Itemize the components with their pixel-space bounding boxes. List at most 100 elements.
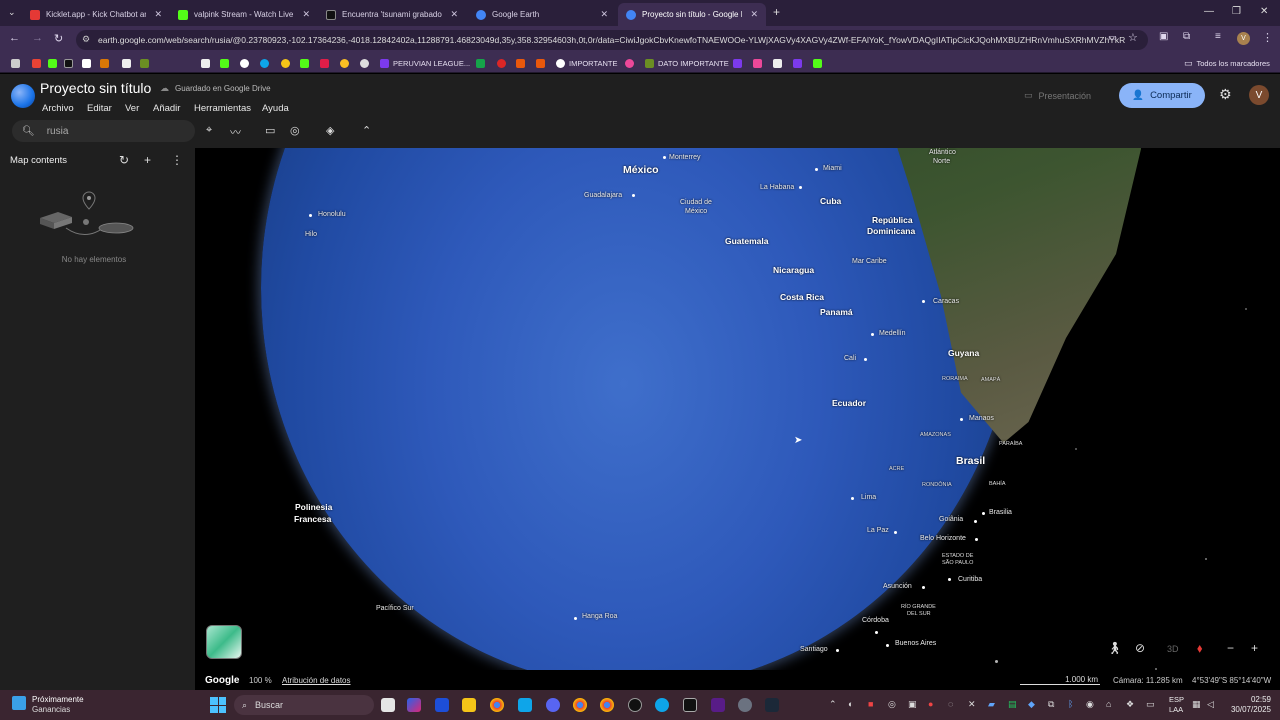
input-layout[interactable]: LAA [1169, 705, 1183, 714]
bookmark-importante[interactable]: IMPORTANTE [556, 57, 617, 69]
bookmark-icon[interactable] [733, 57, 742, 69]
close-tab-icon[interactable]: ✕ [450, 9, 458, 20]
collapse-toolbar-chevron-icon[interactable]: ⌃ [362, 124, 371, 137]
menu-anadir[interactable]: Añadir [153, 103, 180, 114]
clock-time[interactable]: 02:59 [1229, 695, 1271, 704]
bookmark-icon[interactable] [773, 57, 782, 69]
tray-app-icon[interactable]: ❖ [1126, 699, 1134, 710]
draw-path-icon[interactable]: 〰 [230, 124, 241, 140]
back-arrow-icon[interactable]: ← [9, 32, 20, 44]
account-avatar[interactable]: V [1249, 85, 1269, 105]
bookmark-icon[interactable] [140, 57, 149, 69]
browser-tab-active[interactable]: Proyecto sin título - Google Ea ✕ [618, 3, 766, 26]
obs-icon[interactable] [628, 698, 642, 712]
settings-gear-icon[interactable]: ⚙ [1219, 86, 1232, 103]
bookmark-icon[interactable] [220, 57, 229, 69]
tray-app-icon[interactable]: ▰ [988, 699, 995, 710]
menu-herramientas[interactable]: Herramientas [194, 103, 251, 114]
bookmark-icon[interactable] [32, 57, 41, 69]
window-close-icon[interactable]: ✕ [1260, 6, 1268, 17]
menu-editar[interactable]: Editar [87, 103, 112, 114]
app-icon[interactable] [518, 698, 532, 712]
volume-icon[interactable]: ◁ [1207, 699, 1214, 710]
tray-app-icon[interactable]: ◆ [1028, 699, 1035, 710]
puzzle-extensions-icon[interactable]: ⧉ [1183, 31, 1190, 42]
minimize-icon[interactable]: — [1204, 6, 1214, 17]
network-icon[interactable]: ▦ [1192, 699, 1201, 710]
profile-avatar[interactable]: V [1237, 32, 1250, 45]
map-style-thumbnail[interactable] [206, 625, 242, 659]
bookmark-icon[interactable] [122, 57, 131, 69]
tray-app-icon[interactable]: ▭ [1146, 699, 1155, 710]
bookmark-icon[interactable] [536, 57, 545, 69]
taskbar-search[interactable]: ⌕ Buscar [234, 695, 374, 715]
bookmark-dato-importante[interactable]: DATO IMPORTANTE [645, 57, 729, 69]
tray-overflow-chevron-icon[interactable]: ⌃ [829, 699, 837, 710]
chrome-icon[interactable] [490, 698, 504, 712]
browser-tab[interactable]: valpink Stream - Watch Live on ✕ [170, 3, 318, 26]
share-button[interactable]: 👤 Compartir [1119, 83, 1205, 108]
pegman-icon[interactable]: 🚶︎ [1107, 641, 1122, 655]
tab-search-icon[interactable]: ≡ [1215, 31, 1221, 42]
reload-icon[interactable]: ↻ [54, 32, 63, 45]
extension-icon[interactable]: ▣ [1159, 31, 1168, 42]
reset-tilt-icon[interactable]: ⊘ [1135, 641, 1145, 655]
usb-icon[interactable]: ⌂ [1106, 699, 1111, 709]
tray-app-icon[interactable]: ✕ [968, 699, 976, 710]
bluetooth-icon[interactable]: ᛒ [1068, 699, 1073, 709]
edge-icon[interactable] [655, 698, 669, 712]
widgets-news-icon[interactable] [12, 696, 26, 710]
app-icon[interactable] [711, 698, 725, 712]
bookmark-icon[interactable] [82, 57, 91, 69]
bookmark-icon[interactable] [281, 57, 290, 69]
menu-ayuda[interactable]: Ayuda [262, 103, 289, 114]
windows-start-icon[interactable] [210, 697, 226, 713]
tray-app-icon[interactable]: ■ [868, 699, 873, 709]
browser-tab[interactable]: Google Earth ✕ [468, 3, 616, 26]
vr-app-icon[interactable] [683, 698, 697, 712]
browser-tab[interactable]: Kicklet.app - Kick Chatbot and ✕ [22, 3, 170, 26]
cast-icon[interactable]: ▭ [1108, 32, 1117, 43]
refresh-icon[interactable]: ↻ [119, 153, 129, 167]
clock-date[interactable]: 30/07/2025 [1222, 705, 1271, 714]
zoom-out-icon[interactable]: − [1227, 641, 1234, 655]
browser-tab[interactable]: Encuentra 'tsunami grabado de ✕ [318, 3, 466, 26]
tray-app-icon[interactable]: ⧉ [1048, 699, 1054, 710]
tab-search-chevron-icon[interactable]: ⌄ [8, 7, 16, 18]
tray-app-icon[interactable]: ● [928, 699, 933, 709]
discord-icon[interactable] [546, 698, 560, 712]
bookmark-icon[interactable] [48, 57, 57, 69]
close-tab-icon[interactable]: ✕ [600, 9, 608, 20]
bookmark-star-icon[interactable]: ☆ [1128, 31, 1138, 44]
address-bar[interactable]: ⚙ earth.google.com/web/search/rusia/@0.2… [76, 30, 1148, 50]
bookmark-icon[interactable] [300, 57, 309, 69]
close-tab-icon[interactable]: ✕ [154, 9, 162, 20]
browser-menu-icon[interactable]: ⋮ [1262, 31, 1273, 44]
tray-app-icon[interactable]: ◎ [888, 699, 896, 710]
zoom-in-icon[interactable]: + [1251, 641, 1258, 655]
presentation-button[interactable]: ▭ Presentación [1014, 84, 1104, 107]
steam-tray-icon[interactable]: ◉ [1086, 699, 1094, 710]
bookmark-icon[interactable] [240, 57, 249, 69]
toggle-3d-button[interactable]: 3D [1167, 644, 1179, 654]
chrome-icon[interactable] [600, 698, 614, 712]
widget-headline[interactable]: Próximamente [32, 695, 84, 704]
site-info-icon[interactable]: ⚙ [82, 34, 90, 45]
bookmark-icon[interactable] [476, 57, 485, 69]
bookmark-icon[interactable] [753, 57, 762, 69]
all-bookmarks-folder[interactable]: ▭ Todos los marcadores [1184, 57, 1270, 69]
bookmark-icon[interactable] [201, 57, 210, 69]
bookmark-icon[interactable] [320, 57, 329, 69]
file-explorer-icon[interactable] [462, 698, 476, 712]
bookmark-icon[interactable] [100, 57, 109, 69]
close-tab-icon[interactable]: ✕ [302, 9, 310, 20]
bookmark-icon[interactable] [793, 57, 802, 69]
bookmark-icon[interactable] [340, 57, 349, 69]
bookmark-peruvian-league[interactable]: PERUVIAN LEAGUE... [380, 57, 470, 69]
measure-ruler-icon[interactable]: ▭ [265, 124, 275, 137]
tray-app-icon[interactable]: ◐ [848, 699, 853, 709]
settings-app-icon[interactable] [738, 698, 752, 712]
copilot-icon[interactable] [407, 698, 421, 712]
close-tab-icon[interactable]: ✕ [750, 9, 758, 20]
search-box[interactable]: 🔍︎ [12, 120, 195, 142]
